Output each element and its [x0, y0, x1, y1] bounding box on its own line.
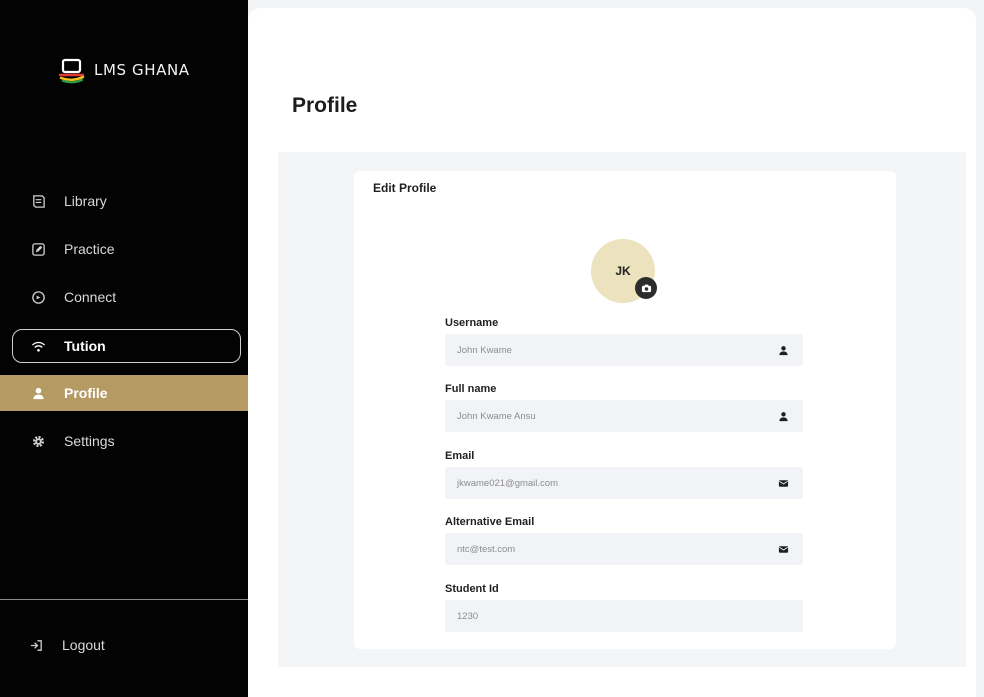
envelope-icon — [778, 544, 789, 555]
sidebar-item-label: Settings — [64, 433, 115, 449]
gear-icon — [30, 433, 46, 449]
avatar-initials: JK — [615, 264, 631, 278]
laptop-logo-icon — [58, 58, 85, 84]
card-title: Edit Profile — [373, 181, 437, 195]
student-id-value: 1230 — [457, 610, 479, 622]
sidebar-item-practice[interactable]: Practice — [0, 229, 248, 269]
sidebar-item-settings[interactable]: Settings — [0, 421, 248, 461]
chat-bubble-icon — [30, 289, 46, 305]
student-id-field[interactable]: 1230 — [445, 600, 803, 632]
envelope-icon — [778, 478, 789, 489]
alternative-email-value: ntc@test.com — [457, 543, 516, 555]
email-value: jkwame021@gmail.com — [457, 477, 558, 489]
username-field[interactable]: John Kwame — [445, 334, 803, 366]
username-label: Username — [445, 317, 499, 329]
brand-logo[interactable]: LMS GHANA — [58, 56, 190, 84]
user-icon — [30, 385, 46, 401]
alternative-email-field[interactable]: ntc@test.com — [445, 533, 803, 565]
sidebar-item-profile[interactable]: Profile — [0, 375, 248, 411]
sidebar-item-label: Profile — [64, 385, 108, 401]
sidebar-item-label: Connect — [64, 289, 117, 305]
user-icon — [778, 411, 789, 422]
sidebar-divider — [0, 599, 248, 600]
change-photo-button[interactable] — [635, 277, 657, 299]
student-id-label: Student Id — [445, 583, 499, 595]
sidebar-item-label: Practice — [64, 241, 115, 257]
brand-name: LMS GHANA — [94, 61, 190, 79]
alternative-email-label: Alternative Email — [445, 516, 535, 528]
full-name-value: John Kwame Ansu — [457, 410, 536, 422]
content-panel: Edit Profile JK Username John Kwame Full… — [278, 152, 966, 667]
sidebar-item-connect[interactable]: Connect — [0, 277, 248, 317]
email-field[interactable]: jkwame021@gmail.com — [445, 467, 803, 499]
pen-square-icon — [30, 241, 46, 257]
logout-icon — [28, 637, 44, 653]
edit-profile-card: Edit Profile JK Username John Kwame Full… — [354, 171, 896, 649]
book-icon — [30, 193, 46, 209]
sidebar-item-tution[interactable]: Tution — [12, 329, 241, 363]
wifi-icon — [30, 338, 46, 354]
sidebar-item-label: Library — [64, 193, 107, 209]
sidebar-item-library[interactable]: Library — [0, 181, 248, 221]
logout-button[interactable]: Logout — [0, 625, 248, 665]
camera-icon — [641, 284, 651, 292]
full-name-label: Full name — [445, 383, 497, 395]
full-name-field[interactable]: John Kwame Ansu — [445, 400, 803, 432]
user-icon — [778, 345, 789, 356]
logout-label: Logout — [62, 637, 105, 653]
page-title: Profile — [292, 94, 358, 117]
sidebar: LMS GHANA Library Practice Connect Tutio… — [0, 0, 248, 697]
main-content: Profile Edit Profile JK Username John Kw… — [248, 8, 976, 697]
username-value: John Kwame — [457, 344, 512, 356]
sidebar-item-label: Tution — [64, 338, 106, 354]
email-label: Email — [445, 450, 475, 462]
